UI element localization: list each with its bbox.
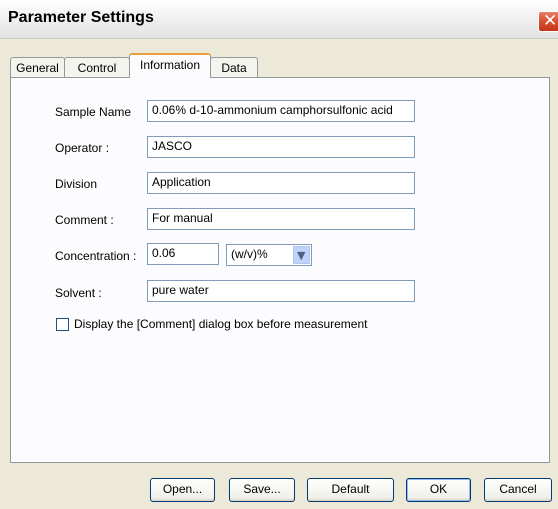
information-panel (10, 77, 550, 463)
concentration-label: Concentration : (55, 249, 137, 263)
comment-label: Comment : (55, 213, 114, 227)
close-icon: ✕ (543, 11, 558, 31)
default-button[interactable]: Default (307, 478, 394, 502)
parameter-settings-dialog: Parameter Settings ✕ General Control Inf… (0, 0, 558, 509)
tab-general[interactable]: General (10, 57, 65, 78)
concentration-input[interactable]: 0.06 (147, 243, 219, 265)
chevron-down-icon[interactable]: ▼ (293, 246, 310, 264)
solvent-label: Solvent : (55, 286, 102, 300)
division-label: Division (55, 177, 98, 191)
tab-control[interactable]: Control (64, 57, 130, 78)
sample-name-input[interactable]: 0.06% d-10-ammonium camphorsulfonic acid (147, 100, 415, 122)
open-button[interactable]: Open... (150, 478, 215, 502)
operator-label: Operator : (55, 141, 110, 155)
ok-button[interactable]: OK (406, 478, 471, 502)
concentration-unit-value: (w/v)% (231, 247, 268, 261)
display-comment-checkbox[interactable] (56, 318, 69, 331)
cancel-button[interactable]: Cancel (484, 478, 552, 502)
title-bar[interactable]: Parameter Settings ✕ (0, 0, 558, 39)
operator-input[interactable]: JASCO (147, 136, 415, 158)
save-button[interactable]: Save... (229, 478, 295, 502)
dialog-title: Parameter Settings (8, 9, 154, 26)
division-input[interactable]: Application (147, 172, 415, 194)
tab-information[interactable]: Information (129, 53, 211, 78)
concentration-unit-select[interactable]: (w/v)% ▼ (226, 244, 312, 266)
comment-input[interactable]: For manual (147, 208, 415, 230)
tab-data[interactable]: Data (210, 57, 258, 78)
display-comment-checkbox-label: Display the [Comment] dialog box before … (74, 317, 368, 331)
solvent-input[interactable]: pure water (147, 280, 415, 302)
sample-name-label: Sample Name (55, 105, 132, 119)
close-button[interactable]: ✕ (538, 11, 558, 32)
